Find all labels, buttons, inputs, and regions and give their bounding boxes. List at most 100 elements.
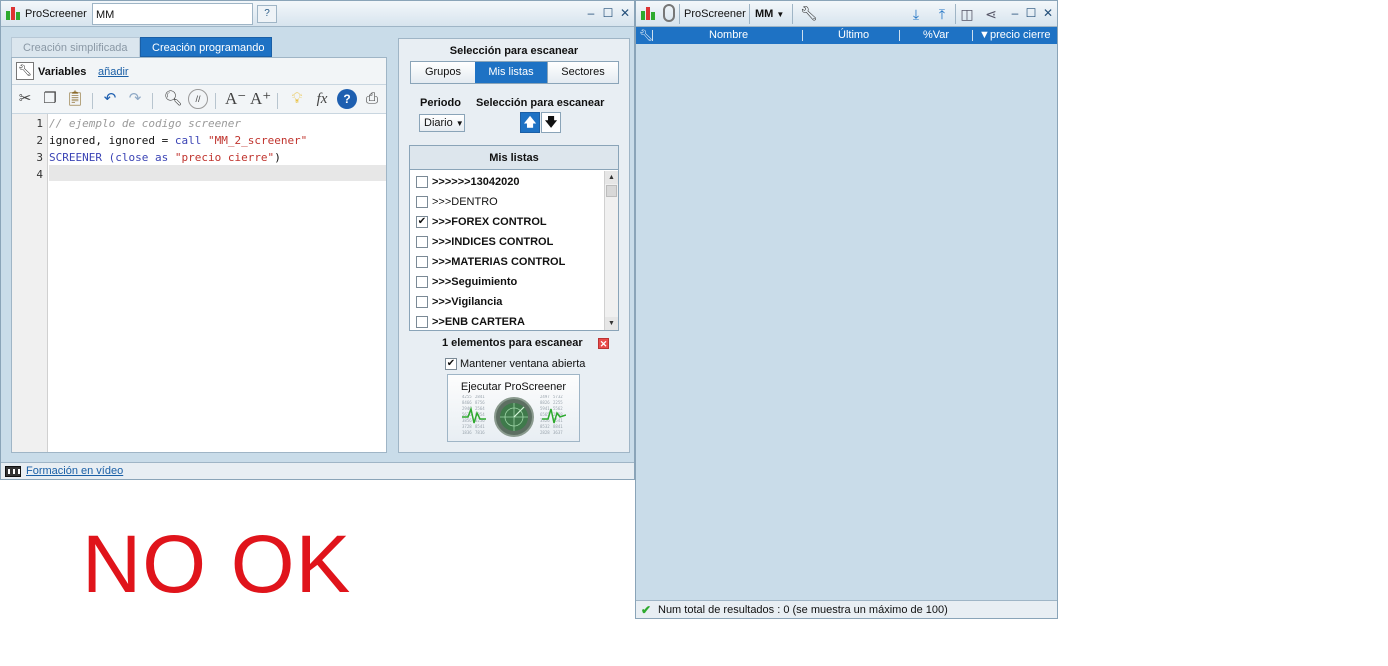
undo-icon[interactable]: ↶ (100, 89, 120, 109)
list-item[interactable]: >>>>>>13042020 (410, 172, 602, 192)
list-item-label: >>>Seguimiento (432, 276, 518, 288)
copy-icon[interactable]: ❐ (40, 89, 60, 109)
scroll-down-icon[interactable]: ▼ (605, 317, 618, 330)
cut-icon[interactable]: ✂ (15, 89, 35, 109)
list-item[interactable]: >>>MATERIAS CONTROL (410, 252, 602, 272)
maximize-icon[interactable]: ☐ (601, 6, 615, 20)
list-checkbox[interactable] (416, 256, 428, 268)
line-number: 1 (36, 117, 43, 130)
column-header-close-price[interactable]: precio cierre (990, 29, 1051, 41)
lists-scrollbar[interactable]: ▲ ▼ (604, 171, 618, 330)
paste-icon[interactable]: 📋︎ (65, 89, 85, 109)
clear-selection-icon[interactable]: ✕ (598, 338, 609, 349)
run-button-number: 2497 (540, 395, 550, 399)
tab-simplified-creation[interactable]: Creación simplificada (11, 37, 140, 57)
link-icon[interactable] (663, 4, 675, 22)
lightbulb-icon[interactable]: 💡︎ (287, 89, 307, 109)
period-label: Periodo (420, 97, 461, 109)
list-item[interactable]: >>>Vigilancia (410, 292, 602, 312)
list-item[interactable]: >>ENB CARTERA (410, 312, 602, 332)
list-checkbox[interactable] (416, 276, 428, 288)
line-number: 4 (36, 168, 43, 181)
redo-icon[interactable]: ↷ (125, 89, 145, 109)
column-header-change[interactable]: %Var (923, 29, 949, 41)
sort-ascending-button[interactable]: 🡅︎ (520, 112, 540, 133)
line-number: 2 (36, 134, 43, 147)
list-checkbox[interactable] (416, 196, 428, 208)
close-icon[interactable]: ✕ (1041, 6, 1055, 20)
title-separator (792, 4, 793, 24)
column-header-name[interactable]: Nombre (709, 29, 748, 41)
video-icon (5, 466, 21, 477)
video-training-link[interactable]: Formación en vídeo (26, 465, 123, 477)
list-item[interactable]: >>>DENTRO (410, 192, 602, 212)
period-select[interactable]: Diario ▼ (419, 114, 465, 132)
tab-groups[interactable]: Grupos (411, 62, 475, 83)
list-checkbox-checked[interactable]: ✔ (416, 216, 428, 228)
scroll-thumb[interactable] (606, 185, 617, 197)
annotation-text: NO OK (82, 519, 352, 610)
screener-name-input[interactable]: MM (92, 3, 253, 25)
list-checkbox[interactable] (416, 236, 428, 248)
line-numbers: 1 2 3 4 (12, 114, 48, 452)
radar-icon: 4255 28418466 87562946 25645626 08543856 0256… (462, 395, 566, 437)
code-text: ignored, ignored = (49, 134, 175, 147)
add-variable-link[interactable]: añadir (98, 66, 129, 78)
wrench-icon[interactable]: 🔧︎ (800, 5, 818, 22)
list-checkbox[interactable] (416, 316, 428, 328)
sort-descending-button[interactable]: 🡇︎ (541, 112, 561, 133)
toolbar-separator (152, 93, 153, 109)
list-item[interactable]: >>>INDICES CONTROL (410, 232, 602, 252)
list-item-label: >>>Vigilancia (432, 296, 503, 308)
scan-panel-title: Selección para escanear (449, 45, 579, 57)
results-table-header: 🔧︎ Nombre Último %Var ▼ precio cierre (636, 27, 1057, 44)
upload-icon[interactable]: ⤒ (933, 5, 951, 23)
list-item[interactable]: >>>Seguimiento (410, 272, 602, 292)
help-icon[interactable]: ? (257, 5, 277, 23)
code-editor[interactable]: 1 2 3 4 // ejemplo de codigo screener ig… (12, 114, 386, 452)
run-proscreener-button[interactable]: Ejecutar ProScreener 4255 2841 8466 8756 294… (447, 374, 580, 442)
comment-icon[interactable]: // (188, 89, 208, 109)
share-icon[interactable]: ⋖ (982, 5, 1000, 23)
toolbar-separator (215, 93, 216, 109)
results-footer: ✔ Num total de resultados : 0 (se muestr… (636, 600, 1057, 618)
code-line: ignored, ignored = call "MM_2_screener" (49, 134, 307, 147)
keep-open-label: Mantener ventana abierta (460, 358, 586, 370)
screener-selector[interactable]: MM ▼ (755, 8, 784, 20)
print-icon[interactable]: ⎙ (362, 89, 382, 109)
tab-sectors[interactable]: Sectores (547, 62, 618, 83)
app-name: ProScreener (25, 8, 87, 20)
download-icon[interactable]: ⤓ (907, 5, 925, 23)
help-icon[interactable]: ? (337, 89, 357, 109)
column-header-last[interactable]: Último (838, 29, 869, 41)
run-button-number: 5732 (553, 395, 563, 399)
code-string: "MM_2_screener" (207, 134, 308, 147)
list-item[interactable]: ✔ >>>FOREX CONTROL (410, 212, 602, 232)
minimize-icon[interactable]: – (1008, 6, 1022, 20)
my-lists-header: Mis listas (410, 146, 618, 170)
keep-open-checkbox[interactable]: ✔ (445, 358, 457, 370)
proscreener-results-window: ProScreener MM ▼ 🔧︎ ⤓ ⤒ ◫ ⋖ – ☐ ✕ 🔧︎ Nom… (635, 0, 1058, 619)
list-checkbox[interactable] (416, 296, 428, 308)
sort-selection-label: Selección para escanear (476, 97, 605, 109)
tab-my-lists[interactable]: Mis listas (475, 62, 547, 83)
minimize-icon[interactable]: – (584, 6, 598, 20)
run-button-number: 1836 (462, 430, 472, 435)
code-comment: // ejemplo de codigo screener (49, 117, 242, 130)
tab-programming-creation[interactable]: Creación programando (140, 37, 272, 57)
increase-font-icon[interactable]: A⁺ (250, 89, 271, 109)
scroll-up-icon[interactable]: ▲ (605, 171, 618, 184)
maximize-icon[interactable]: ☐ (1024, 6, 1038, 20)
run-button-number: 8541 (475, 424, 485, 429)
chevron-down-icon: ▼ (455, 119, 464, 128)
search-icon[interactable]: 🔍︎ (163, 89, 183, 109)
list-checkbox[interactable] (416, 176, 428, 188)
close-icon[interactable]: ✕ (618, 6, 632, 20)
title-separator (679, 4, 680, 24)
layout-icon[interactable]: ◫ (958, 5, 976, 23)
wrench-icon[interactable]: 🔧︎ (16, 62, 34, 80)
decrease-font-icon[interactable]: A⁻ (225, 89, 246, 109)
settings-wrench-icon[interactable]: 🔧︎ (639, 29, 653, 42)
function-icon[interactable]: fx (312, 89, 332, 109)
